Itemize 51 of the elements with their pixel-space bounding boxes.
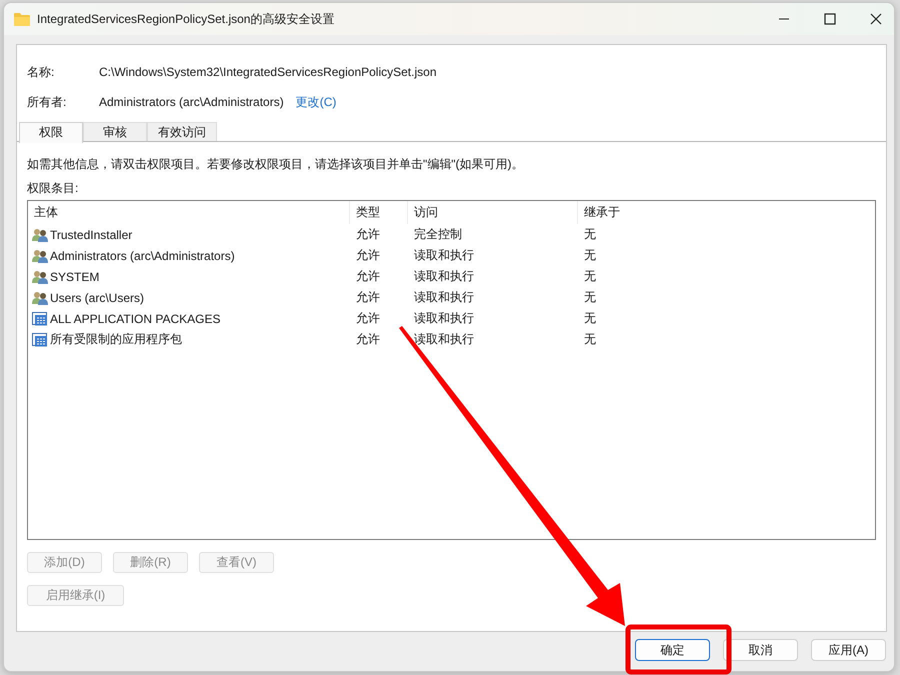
change-owner-link[interactable]: 更改(C)	[296, 94, 336, 110]
table-cell-text: 允许	[355, 289, 381, 306]
table-cell-text: 读取和执行	[413, 268, 475, 285]
column-header[interactable]: 访问	[408, 201, 578, 224]
column-header[interactable]: 类型	[350, 201, 408, 224]
principal-name: Users (arc\Users)	[50, 290, 144, 304]
folder-icon	[14, 12, 30, 26]
table-cell-text: 读取和执行	[413, 310, 475, 327]
maximize-icon[interactable]	[824, 13, 836, 25]
info-text: 如需其他信息，请双击权限项目。若要修改权限项目，请选择该项目并单击"编辑"(如果可用)。	[27, 156, 525, 173]
dialog-button[interactable]: 应用(A)	[811, 639, 886, 661]
package-icon	[32, 332, 48, 346]
tab[interactable]: 权限	[19, 122, 83, 143]
table-cell-text: 无	[583, 310, 597, 327]
users-icon	[32, 248, 48, 262]
name-value: C:\Windows\System32\IntegratedServicesRegionPolicySet.json	[99, 65, 436, 79]
table-cell-text: 允许	[355, 247, 381, 264]
principal-name: 所有受限制的应用程序包	[50, 331, 182, 348]
table-cell-text: 允许	[355, 226, 381, 243]
table-cell-text: 读取和执行	[413, 331, 475, 348]
dialog-button[interactable]: 确定	[635, 639, 710, 661]
users-icon	[32, 270, 48, 284]
users-icon	[32, 228, 48, 242]
entries-label: 权限条目:	[27, 180, 80, 197]
principal-name: Administrators (arc\Administrators)	[50, 248, 235, 262]
table-cell-text: 无	[583, 226, 597, 243]
principal-name: ALL APPLICATION PACKAGES	[50, 312, 221, 326]
name-label: 名称:	[27, 64, 56, 80]
table-cell-text: 读取和执行	[413, 247, 475, 264]
table-cell-text: 读取和执行	[413, 289, 475, 306]
users-icon	[32, 290, 48, 304]
table-cell-text: 允许	[355, 331, 381, 348]
owner-value: Administrators (arc\Administrators)	[99, 95, 284, 109]
package-icon	[32, 312, 48, 326]
table-cell-text: 允许	[355, 310, 381, 327]
principal-name: SYSTEM	[50, 270, 100, 284]
principal-name: TrustedInstaller	[50, 228, 132, 242]
close-icon[interactable]	[870, 13, 882, 25]
column-header[interactable]: 主体	[28, 201, 350, 224]
window-title: IntegratedServicesRegionPolicySet.json的高级安全设置	[37, 10, 334, 28]
table-cell-text: 完全控制	[413, 226, 463, 243]
table-cell-text: 无	[583, 247, 597, 264]
tab[interactable]: 审核	[83, 122, 147, 142]
tab[interactable]: 有效访问	[147, 122, 217, 142]
table-cell-text: 无	[583, 289, 597, 306]
table-cell-text: 无	[583, 331, 597, 348]
column-header[interactable]: 继承于	[578, 201, 858, 224]
dialog-button[interactable]: 取消	[723, 639, 798, 661]
table-cell-text: 允许	[355, 268, 381, 285]
owner-label: 所有者:	[27, 94, 68, 110]
table-cell-text: 无	[583, 268, 597, 285]
